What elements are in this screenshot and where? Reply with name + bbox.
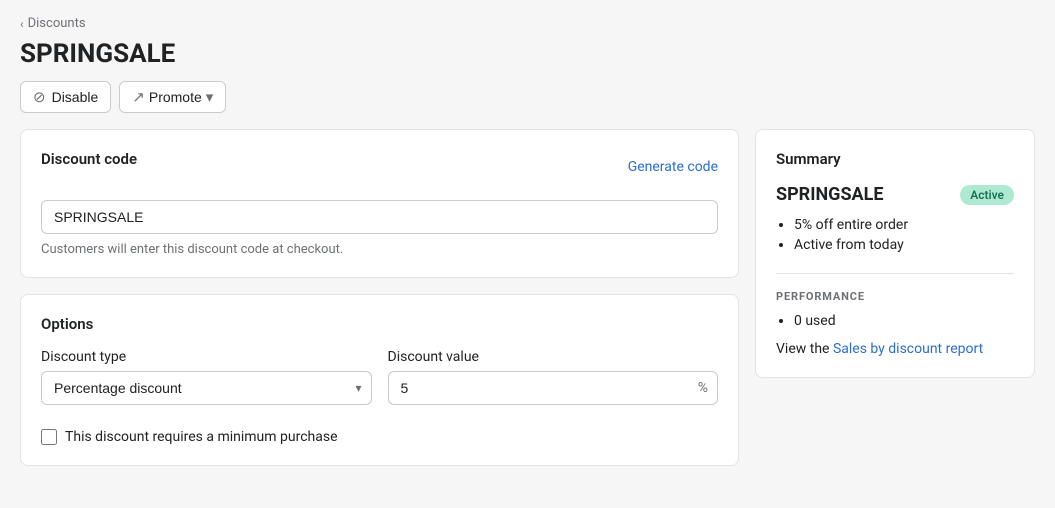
active-badge: Active (960, 185, 1014, 205)
promote-label: Promote (149, 89, 202, 105)
disable-label: Disable (52, 89, 99, 105)
back-arrow-icon: ‹ (20, 17, 24, 31)
discount-code-card: Discount code Generate code Customers wi… (20, 129, 739, 278)
chevron-down-icon: ▾ (206, 88, 214, 106)
promote-icon: ↗ (132, 88, 145, 106)
action-bar: ⊘ Disable ↗ Promote ▾ (20, 81, 1035, 113)
summary-code-row: SPRINGSALE Active (776, 184, 1014, 205)
report-text: View the Sales by discount report (776, 341, 1014, 357)
discount-type-field: Discount type Percentage discount Fixed … (41, 349, 372, 405)
performance-title: PERFORMANCE (776, 290, 1014, 303)
discount-code-card-header: Discount code Generate code (41, 150, 718, 184)
min-purchase-checkbox[interactable] (41, 429, 57, 445)
breadcrumb-label: Discounts (28, 16, 86, 31)
performance-section: PERFORMANCE 0 used View the Sales by dis… (776, 273, 1014, 357)
discount-value-label: Discount value (388, 349, 719, 365)
report-prefix: View the (776, 341, 833, 357)
page-title: SPRINGSALE (20, 39, 1035, 69)
sales-by-discount-report-link[interactable]: Sales by discount report (833, 341, 983, 357)
options-title: Options (41, 315, 718, 333)
main-layout: Discount code Generate code Customers wi… (20, 129, 1035, 466)
summary-details-list: 5% off entire order Active from today (776, 217, 1014, 253)
used-count: 0 used (794, 313, 1014, 329)
discount-code-title: Discount code (41, 150, 137, 168)
options-grid: Discount type Percentage discount Fixed … (41, 349, 718, 405)
summary-title: Summary (776, 150, 1014, 168)
disable-icon: ⊘ (33, 88, 46, 106)
summary-detail-2: Active from today (794, 237, 1014, 253)
discount-value-input-wrapper: % (388, 371, 719, 405)
generate-code-link[interactable]: Generate code (628, 159, 718, 175)
right-column: Summary SPRINGSALE Active 5% off entire … (755, 129, 1035, 378)
min-purchase-label[interactable]: This discount requires a minimum purchas… (65, 429, 338, 445)
breadcrumb[interactable]: ‹ Discounts (20, 16, 1035, 31)
discount-code-helper: Customers will enter this discount code … (41, 242, 718, 257)
promote-button[interactable]: ↗ Promote ▾ (119, 81, 226, 113)
discount-type-select-wrapper: Percentage discount Fixed amount discoun… (41, 371, 372, 405)
options-card: Options Discount type Percentage discoun… (20, 294, 739, 466)
discount-type-label: Discount type (41, 349, 372, 365)
left-column: Discount code Generate code Customers wi… (20, 129, 739, 466)
discount-code-input[interactable] (41, 200, 718, 234)
page-container: ‹ Discounts SPRINGSALE ⊘ Disable ↗ Promo… (0, 0, 1055, 482)
min-purchase-row: This discount requires a minimum purchas… (41, 425, 718, 445)
summary-card: Summary SPRINGSALE Active 5% off entire … (755, 129, 1035, 378)
disable-button[interactable]: ⊘ Disable (20, 81, 111, 113)
performance-list: 0 used (776, 313, 1014, 329)
discount-type-select[interactable]: Percentage discount Fixed amount discoun… (41, 371, 372, 405)
discount-value-field: Discount value % (388, 349, 719, 405)
summary-code: SPRINGSALE (776, 184, 884, 205)
discount-value-input[interactable] (388, 371, 719, 405)
summary-detail-1: 5% off entire order (794, 217, 1014, 233)
